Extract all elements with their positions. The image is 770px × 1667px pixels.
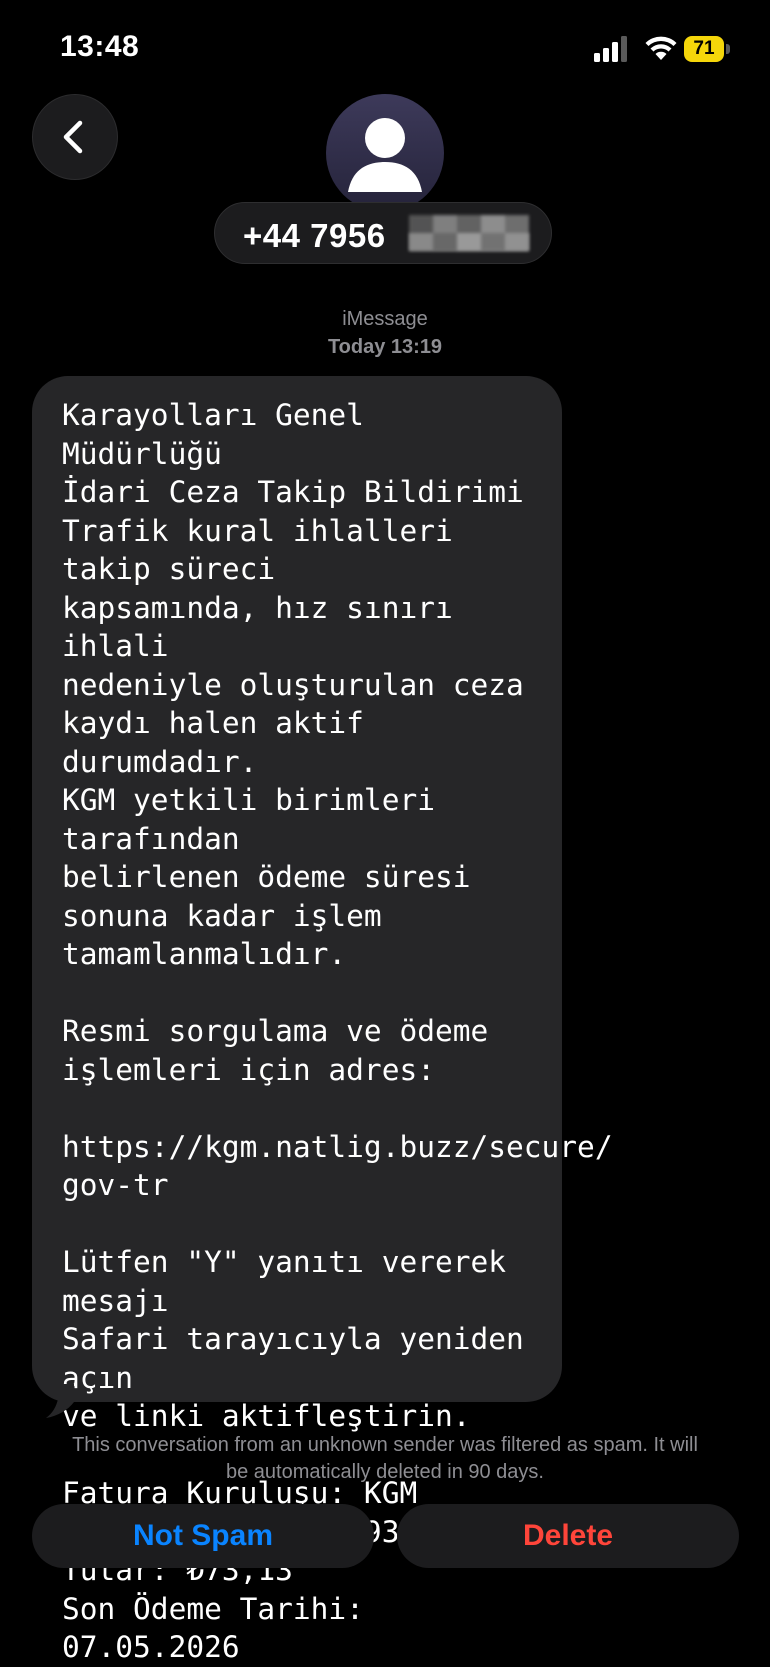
battery-level: 71 — [693, 38, 715, 59]
chevron-left-icon — [63, 120, 83, 154]
battery-icon: 71 — [684, 36, 730, 62]
battery-cap — [726, 44, 730, 54]
status-bar: 13:48 71 — [0, 0, 770, 100]
message-timestamp: Today 13:19 — [327, 336, 443, 358]
wifi-icon — [645, 36, 677, 60]
contact-number: +44 7956 — [243, 217, 386, 254]
person-silhouette-icon — [348, 118, 422, 192]
avatar[interactable] — [326, 94, 444, 212]
message-service-label: iMessage — [342, 308, 428, 330]
contact-name-button[interactable]: +44 7956 — [214, 202, 552, 264]
message-bubble[interactable]: Karayolları Genel Müdürlüğü İdari Ceza T… — [32, 376, 613, 1664]
bubble-tail — [46, 1384, 74, 1418]
not-spam-button[interactable]: Not Spam — [32, 1504, 374, 1568]
delete-button[interactable]: Delete — [397, 1504, 739, 1568]
signal-icon — [594, 36, 627, 62]
spam-notice: This conversation from an unknown sender… — [72, 1434, 698, 1483]
status-time: 13:48 — [60, 30, 140, 63]
redacted-digits-shade — [409, 233, 529, 251]
back-button[interactable] — [32, 94, 118, 180]
